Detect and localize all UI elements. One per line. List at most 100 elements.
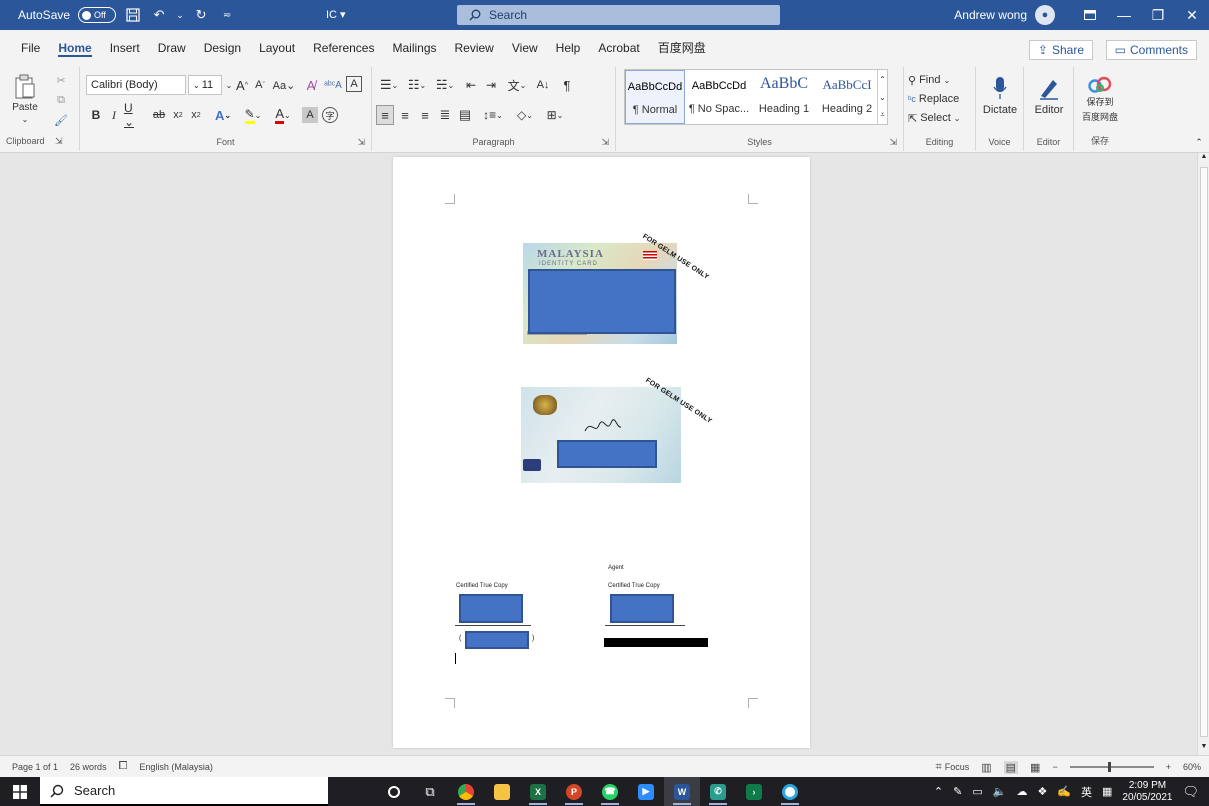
underline-button[interactable]: U ⌄ bbox=[124, 101, 146, 129]
tab-draw[interactable]: Draw bbox=[149, 30, 195, 65]
format-painter-icon[interactable]: 🖌 bbox=[52, 111, 70, 129]
customize-toolbar-icon[interactable]: ≂ bbox=[218, 6, 236, 24]
save-icon[interactable] bbox=[124, 6, 142, 24]
task-view-icon[interactable]: ⧉ bbox=[412, 777, 448, 806]
ribbon-display-icon[interactable] bbox=[1073, 0, 1107, 30]
tab-layout[interactable]: Layout bbox=[250, 30, 304, 65]
enclose-characters-icon[interactable]: 字 bbox=[322, 107, 338, 123]
copy-icon[interactable]: ⧉ bbox=[52, 91, 70, 109]
font-dialog-launcher-icon[interactable]: ⇲ bbox=[357, 137, 365, 148]
tab-help[interactable]: Help bbox=[547, 30, 590, 65]
styles-scroll-up-icon[interactable]: ⌃ bbox=[877, 70, 887, 88]
clear-formatting-icon[interactable]: A̸ bbox=[302, 75, 320, 95]
taskbar-clock[interactable]: 2:09 PM 20/05/2021 bbox=[1122, 780, 1172, 804]
network-icon[interactable]: ▭ bbox=[972, 785, 982, 798]
align-right-icon[interactable]: ≡ bbox=[416, 105, 434, 125]
text-effects-icon[interactable]: A ⌄ bbox=[210, 105, 236, 125]
dropbox-icon[interactable]: ❖ bbox=[1037, 785, 1047, 798]
select-button[interactable]: ⇱ Select ⌄ bbox=[908, 109, 972, 127]
chrome-icon[interactable] bbox=[448, 777, 484, 806]
paste-button[interactable]: Paste ⌄ bbox=[8, 71, 42, 127]
tab-mailings[interactable]: Mailings bbox=[383, 30, 445, 65]
redo-icon[interactable]: ↻ bbox=[192, 6, 210, 24]
tab-design[interactable]: Design bbox=[195, 30, 250, 65]
title-search-box[interactable]: Search bbox=[457, 5, 780, 25]
font-color-icon[interactable]: A ⌄ bbox=[270, 105, 296, 125]
onedrive-icon[interactable]: ☁ bbox=[1016, 785, 1027, 798]
character-shading-icon[interactable]: A bbox=[302, 107, 318, 123]
shrink-font-icon[interactable]: Aˇ bbox=[252, 75, 268, 95]
comments-button[interactable]: ▭ Comments bbox=[1105, 40, 1197, 60]
pen-workspace-icon[interactable]: ✎ bbox=[953, 785, 962, 798]
styles-dialog-launcher-icon[interactable]: ⇲ bbox=[889, 137, 897, 148]
user-name[interactable]: Andrew wong bbox=[954, 8, 1027, 22]
phonetic-guide-icon[interactable]: ᵃᵇᶜA bbox=[322, 75, 344, 95]
bold-button[interactable]: B bbox=[88, 105, 104, 125]
ic-back-image[interactable] bbox=[521, 387, 681, 483]
scrollbar-thumb[interactable] bbox=[1200, 167, 1208, 737]
user-avatar[interactable]: ● bbox=[1035, 5, 1055, 25]
word-icon[interactable]: W bbox=[664, 777, 700, 806]
proofing-icon[interactable]: ⧠ bbox=[119, 760, 128, 773]
tab-baidu-netdisk[interactable]: 百度网盘 bbox=[649, 30, 715, 65]
dialog-launcher-icon[interactable]: ⇲ bbox=[55, 136, 63, 146]
tab-view[interactable]: View bbox=[503, 30, 547, 65]
numbering-icon[interactable]: ☷ ⌄ bbox=[404, 75, 430, 95]
font-name-combo[interactable]: Calibri (Body) bbox=[86, 75, 186, 95]
tab-insert[interactable]: Insert bbox=[101, 30, 149, 65]
tab-home[interactable]: Home bbox=[49, 30, 100, 65]
find-button[interactable]: ⚲ Find ⌄ bbox=[908, 71, 972, 89]
web-layout-icon[interactable]: ▦ bbox=[1030, 761, 1040, 774]
cut-icon[interactable]: ✂ bbox=[52, 71, 70, 89]
handwriting-icon[interactable]: ✍ bbox=[1057, 785, 1071, 798]
powerpoint-icon[interactable]: P bbox=[556, 777, 592, 806]
circle-app-icon[interactable] bbox=[772, 777, 808, 806]
styles-scroll-down-icon[interactable]: ⌄ bbox=[877, 88, 887, 106]
show-formatting-marks-icon[interactable]: ¶ bbox=[558, 75, 576, 95]
zoom-in-icon[interactable]: + bbox=[1166, 762, 1171, 772]
replace-button[interactable]: ᵇc Replace bbox=[908, 90, 972, 108]
superscript-button[interactable]: x2 bbox=[188, 105, 204, 125]
language-indicator[interactable]: English (Malaysia) bbox=[139, 762, 213, 772]
volume-icon[interactable]: 🔈 bbox=[993, 785, 1007, 798]
save-to-baidu-button[interactable]: 保存到 百度网盘 bbox=[1076, 71, 1124, 127]
tab-acrobat[interactable]: Acrobat bbox=[589, 30, 648, 65]
font-size-combo[interactable]: ⌄ 11 bbox=[188, 75, 222, 95]
style-heading-1[interactable]: AaBbC Heading 1 bbox=[753, 70, 815, 124]
justify-icon[interactable]: ≣ bbox=[436, 105, 454, 125]
notifications-icon[interactable]: 🗨 bbox=[1182, 784, 1199, 800]
paragraph-dialog-launcher-icon[interactable]: ⇲ bbox=[601, 137, 609, 148]
focus-mode-button[interactable]: ⌗ Focus bbox=[936, 761, 970, 774]
share-button[interactable]: ⇪ Share bbox=[1028, 40, 1093, 60]
strikethrough-button[interactable]: ab bbox=[150, 105, 168, 125]
font-size-dropdown-icon[interactable]: ⌄ bbox=[224, 77, 234, 93]
zoom-meetings-icon[interactable]: ▶ bbox=[628, 777, 664, 806]
grow-font-icon[interactable]: A ^ bbox=[234, 75, 250, 95]
bullets-icon[interactable]: ☰ ⌄ bbox=[376, 75, 402, 95]
taskbar-search-box[interactable]: Search bbox=[40, 777, 328, 806]
align-center-icon[interactable]: ≡ bbox=[396, 105, 414, 125]
zoom-level[interactable]: 60% bbox=[1183, 762, 1201, 772]
cortana-icon[interactable] bbox=[376, 777, 412, 806]
chinese-layout-icon[interactable]: 文 ⌄ bbox=[504, 75, 530, 95]
style-heading-2[interactable]: AaBbCcI Heading 2 bbox=[817, 70, 877, 124]
scroll-up-icon[interactable]: ▲ bbox=[1199, 153, 1209, 165]
italic-button[interactable]: I bbox=[106, 105, 122, 125]
tab-review[interactable]: Review bbox=[446, 30, 503, 65]
borders-icon[interactable]: ⊞ ⌄ bbox=[542, 105, 568, 125]
character-border-icon[interactable]: A bbox=[346, 76, 362, 92]
excel-icon[interactable]: X bbox=[520, 777, 556, 806]
editor-button[interactable]: Editor bbox=[1026, 71, 1072, 121]
sort-icon[interactable]: A↓ bbox=[534, 75, 552, 95]
change-case-icon[interactable]: Aa⌄ bbox=[270, 75, 298, 95]
highlight-color-icon[interactable]: ✎ ⌄ bbox=[240, 105, 266, 125]
zoom-slider-knob[interactable] bbox=[1107, 762, 1111, 772]
word-count[interactable]: 26 words bbox=[70, 762, 107, 772]
zoom-out-icon[interactable]: − bbox=[1052, 762, 1057, 772]
styles-more-icon[interactable]: ⩡ bbox=[877, 106, 887, 124]
multilevel-list-icon[interactable]: ☵ ⌄ bbox=[432, 75, 458, 95]
start-button[interactable] bbox=[0, 777, 40, 806]
file-explorer-icon[interactable] bbox=[484, 777, 520, 806]
close-icon[interactable]: ✕ bbox=[1175, 0, 1209, 30]
read-mode-icon[interactable]: ▥ bbox=[981, 761, 991, 774]
